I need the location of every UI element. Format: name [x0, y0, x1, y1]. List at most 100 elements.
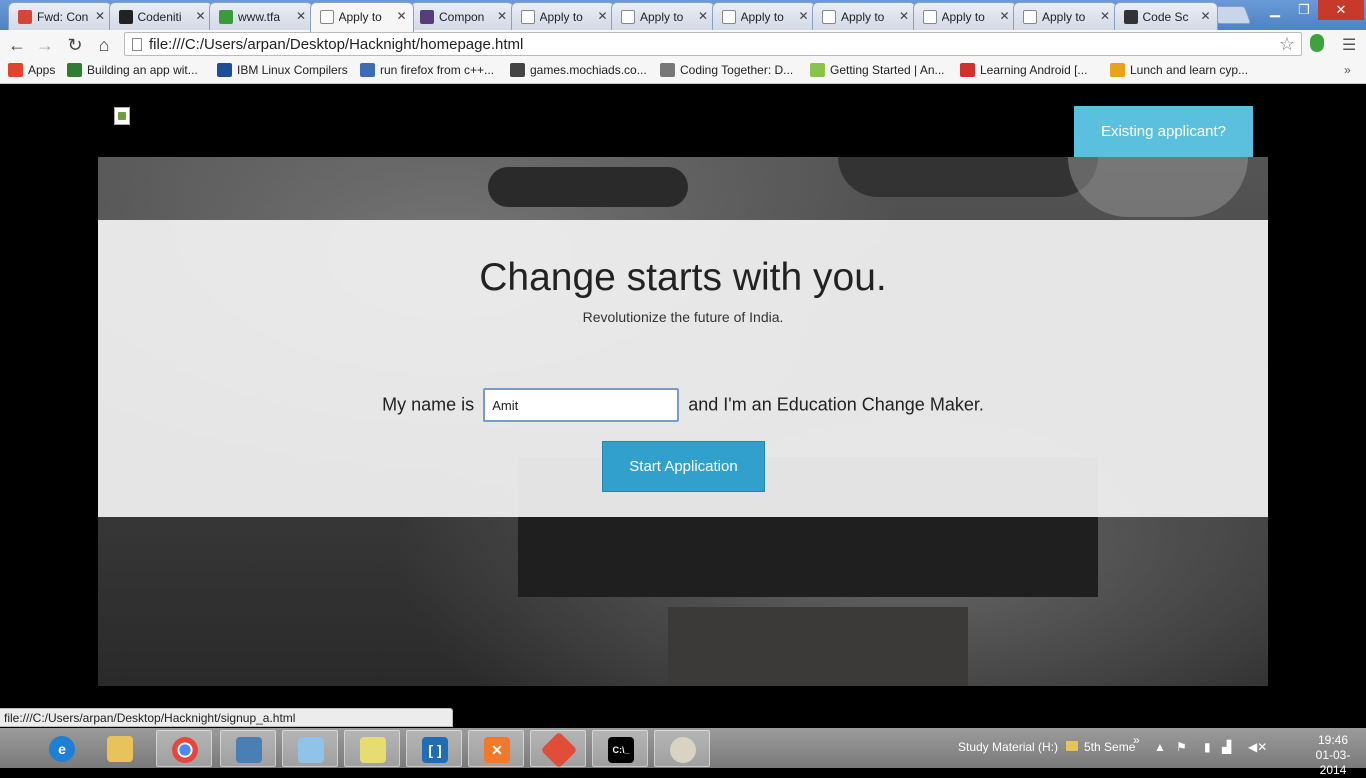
taskbar-chrome[interactable] [156, 730, 212, 767]
pdf-icon [960, 63, 975, 77]
taskbar-ie[interactable]: e [34, 730, 90, 767]
tab-label: Apply to [1042, 10, 1086, 24]
bookmark-item[interactable]: Getting Started | An... [810, 63, 945, 77]
taskbar-control-panel[interactable] [220, 730, 276, 767]
chrome-icon [172, 737, 198, 763]
bookmark-label: Apps [28, 63, 56, 77]
taskbar-app-4[interactable] [282, 730, 338, 767]
github-icon [118, 10, 133, 24]
network-signal-icon[interactable]: ▟ [1222, 740, 1231, 754]
taskbar-sticky-notes[interactable] [344, 730, 400, 767]
minimize-icon[interactable]: ▁ [1260, 0, 1290, 20]
bookmark-label: Coding Together: D... [680, 63, 794, 77]
clock-date: 01-03-2014 [1315, 748, 1351, 777]
taskbar-cmd[interactable]: C:\_ [592, 730, 648, 767]
check-icon [219, 10, 233, 24]
taskbar-git[interactable] [530, 730, 586, 769]
tab-close-icon[interactable]: ✕ [195, 9, 205, 23]
start-application-button[interactable]: Start Application [602, 441, 765, 492]
page-icon [822, 10, 836, 24]
taskbar-brackets[interactable]: [ ] [406, 730, 462, 767]
bookmark-item[interactable]: games.mochiads.co... [510, 63, 647, 77]
close-window-icon[interactable]: ✕ [1318, 0, 1364, 20]
tab-close-icon[interactable]: ✕ [1200, 9, 1210, 23]
bookmark-item[interactable]: run firefox from c++... [360, 63, 494, 77]
existing-applicant-button[interactable]: Existing applicant? [1074, 106, 1253, 157]
tray-drive-toolbar[interactable]: Study Material (H:) [958, 740, 1058, 754]
codeschool-icon [1123, 10, 1138, 24]
name-form-row: My name is and I'm an Education Change M… [98, 388, 1268, 422]
tab-11[interactable]: Apply to ✕ [1013, 2, 1117, 30]
stackoverflow-icon [360, 63, 375, 77]
tab-close-icon[interactable]: ✕ [1100, 9, 1110, 23]
tab-label: Codeniti [137, 10, 182, 24]
name-input[interactable] [483, 388, 680, 422]
tab-9[interactable]: Apply to ✕ [812, 2, 916, 30]
broken-logo-image[interactable] [114, 107, 130, 125]
tab-close-icon[interactable]: ✕ [798, 9, 808, 23]
tab-3[interactable]: www.tfa ✕ [209, 2, 313, 30]
tab-close-icon[interactable]: ✕ [95, 9, 105, 23]
xampp-icon: ✕ [484, 737, 510, 763]
tab-7[interactable]: Apply to ✕ [611, 2, 715, 30]
volume-muted-icon[interactable]: ◀✕ [1248, 740, 1267, 754]
bookmark-item[interactable]: Coding Together: D... [660, 63, 793, 77]
battery-icon[interactable]: ▮ [1204, 740, 1211, 754]
tab-label: Apply to [539, 10, 583, 24]
page-subtitle: Revolutionize the future of India. [582, 309, 784, 325]
notepad-icon [298, 737, 324, 763]
tab-4[interactable]: Apply to ✕ [309, 2, 414, 32]
apple-icon [660, 63, 675, 77]
bookmark-item[interactable]: Building an app wit... [67, 63, 198, 77]
tab-12[interactable]: Code Sc ✕ [1113, 2, 1218, 30]
toolbar-more[interactable]: » [1133, 733, 1140, 747]
taskbar-paint[interactable] [654, 730, 710, 767]
tray-folder-toolbar[interactable]: 5th Seme [1066, 740, 1135, 754]
tab-8[interactable]: Apply to ✕ [711, 2, 816, 30]
tab-close-icon[interactable]: ✕ [899, 9, 909, 23]
home-icon[interactable]: ⌂ [93, 34, 115, 56]
gmail-icon [18, 10, 32, 24]
bookmark-item[interactable]: Apps [8, 63, 55, 77]
tab-label: Fwd: Con [37, 10, 89, 24]
brackets-icon: [ ] [422, 737, 448, 763]
address-bar[interactable]: file:///C:/Users/arpan/Desktop/Hacknight… [124, 32, 1302, 56]
star-icon[interactable]: ☆ [1279, 34, 1295, 55]
bookmarks-overflow-icon[interactable]: » [1344, 63, 1351, 77]
tab-close-icon[interactable]: ✕ [597, 9, 607, 23]
back-arrow-icon[interactable]: ← [6, 34, 28, 56]
show-hidden-icons-icon[interactable]: ▲ [1154, 740, 1166, 754]
reload-icon[interactable]: ↻ [64, 34, 86, 56]
forward-arrow-icon[interactable]: → [34, 34, 56, 56]
tab-label: Apply to [841, 10, 885, 24]
tab-close-icon[interactable]: ✕ [999, 9, 1009, 23]
tab-2[interactable]: Codeniti ✕ [108, 2, 213, 30]
restore-icon[interactable]: ❐ [1290, 0, 1318, 20]
tab-close-icon[interactable]: ✕ [296, 9, 306, 23]
tab-close-icon[interactable]: ✕ [698, 9, 708, 23]
bookmark-label: Getting Started | An... [830, 63, 945, 77]
page-icon [132, 38, 142, 51]
tab-1[interactable]: Fwd: Con ✕ [8, 2, 112, 30]
extension-icon[interactable] [1310, 34, 1324, 52]
bookmark-item[interactable]: IBM Linux Compilers [217, 63, 348, 77]
action-center-flag-icon[interactable]: ⚑ [1176, 740, 1187, 754]
taskbar-xampp[interactable]: ✕ [468, 730, 524, 767]
tab-label: www.tfa [238, 10, 281, 24]
menu-icon[interactable]: ☰ [1342, 35, 1356, 55]
bookmarks-bar: » Apps Building an app wit... IBM Linux Co… [0, 58, 1366, 84]
page-icon [520, 10, 535, 24]
bookmark-item[interactable]: Learning Android [... [960, 63, 1087, 77]
tab-6[interactable]: Apply to ✕ [510, 2, 615, 30]
tab-label: Apply to [640, 10, 684, 24]
tab-close-icon[interactable]: ✕ [497, 9, 507, 23]
bookmark-label: IBM Linux Compilers [237, 63, 348, 77]
bookmark-label: run firefox from c++... [380, 63, 495, 77]
taskbar-explorer[interactable] [92, 730, 148, 767]
tab-close-icon[interactable]: ✕ [396, 9, 406, 23]
tab-5[interactable]: Compon ✕ [410, 2, 514, 30]
tab-10[interactable]: Apply to ✕ [912, 2, 1017, 30]
bookmark-item[interactable]: Lunch and learn cyp... [1110, 63, 1248, 77]
system-clock[interactable]: 19:46 01-03-2014 [1303, 733, 1363, 778]
bookmark-label: Learning Android [... [980, 63, 1088, 77]
